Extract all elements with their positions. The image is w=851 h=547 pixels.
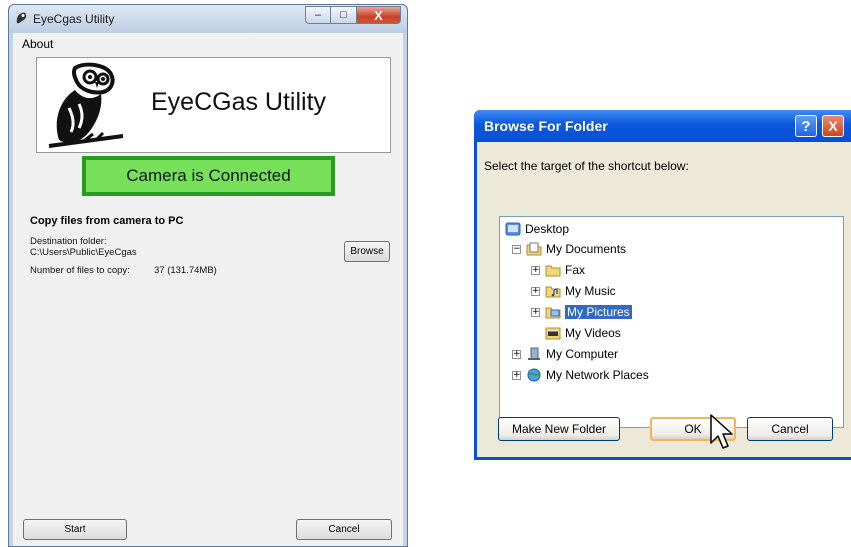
tree-item-my-pictures[interactable]: My Pictures — [545, 303, 632, 321]
pictures-folder-icon — [545, 307, 561, 319]
eyecgas-utility-window: EyeCgas Utility – □ X About EyeCGas Util… — [8, 4, 408, 547]
dialog-close-button[interactable]: X — [822, 115, 844, 137]
destination-folder-label: Destination folder: — [30, 236, 107, 247]
tree-item-label: My Documents — [546, 242, 627, 256]
computer-icon — [528, 347, 540, 360]
tree-item-label: My Music — [565, 284, 616, 298]
menu-bar: About — [13, 33, 403, 55]
tree-item-my-music[interactable]: My Music — [545, 282, 616, 300]
ok-label: OK — [684, 422, 702, 436]
help-icon: ? — [801, 117, 811, 135]
expand-icon[interactable]: + — [531, 308, 540, 317]
maximize-icon: □ — [340, 9, 347, 21]
copy-section-title: Copy files from camera to PC — [30, 215, 184, 227]
files-to-copy-label: Number of files to copy: — [30, 265, 130, 276]
tree-item-label: My Videos — [565, 326, 621, 340]
desktop-icon — [505, 222, 521, 236]
tree-item-label: My Network Places — [546, 368, 649, 382]
network-icon — [527, 368, 541, 382]
window-client-area: About EyeCGas Utility Camera is Connecte… — [13, 33, 403, 546]
tree-item-my-network-places[interactable]: My Network Places — [526, 366, 649, 384]
cancel-button-label: Cancel — [328, 524, 360, 535]
collapse-icon[interactable]: − — [512, 245, 521, 254]
tree-item-label: Fax — [565, 263, 586, 277]
connection-status-text: Camera is Connected — [86, 160, 331, 192]
owl-app-icon — [16, 12, 27, 24]
start-button-label: Start — [64, 524, 86, 535]
expand-icon[interactable]: + — [531, 287, 540, 296]
help-button[interactable]: ? — [795, 115, 817, 137]
tree-item-my-computer[interactable]: My Computer — [526, 345, 618, 363]
tree-item-my-videos[interactable]: My Videos — [545, 324, 621, 342]
browse-button[interactable]: Browse — [344, 241, 390, 262]
tree-item-label: Desktop — [525, 222, 570, 236]
videos-folder-icon — [545, 327, 561, 340]
dialog-title: Browse For Folder — [484, 118, 608, 134]
make-new-folder-button[interactable]: Make New Folder — [498, 417, 620, 441]
logo-banner: EyeCGas Utility — [36, 57, 391, 153]
brand-title: EyeCGas Utility — [151, 88, 327, 116]
tree-item-label: My Computer — [546, 347, 619, 361]
make-new-folder-label: Make New Folder — [511, 422, 607, 436]
start-button[interactable]: Start — [23, 519, 127, 540]
tree-item-label-selected: My Pictures — [565, 305, 632, 319]
close-icon: X — [374, 7, 383, 23]
cancel-button[interactable]: Cancel — [296, 519, 392, 540]
dialog-cancel-button[interactable]: Cancel — [747, 417, 833, 441]
close-button[interactable]: X — [357, 6, 401, 24]
maximize-button[interactable]: □ — [331, 6, 357, 24]
folder-tree[interactable]: Desktop − My Documents + Fax + My Music … — [499, 216, 844, 428]
destination-folder-path: C:\Users\Public\EyeCgas — [30, 247, 137, 258]
window-title: EyeCgas Utility — [33, 12, 115, 26]
folder-icon — [545, 265, 561, 277]
dialog-cancel-label: Cancel — [771, 422, 809, 436]
minimize-button[interactable]: – — [305, 6, 331, 24]
expand-icon[interactable]: + — [512, 371, 521, 380]
connection-status-badge: Camera is Connected — [82, 156, 335, 196]
browse-for-folder-dialog: Browse For Folder ? X Select the target … — [474, 110, 851, 460]
music-folder-icon — [545, 286, 561, 298]
minimize-icon: – — [314, 9, 322, 21]
menu-about[interactable]: About — [22, 37, 53, 51]
files-to-copy-value: 37 (131.74MB) — [154, 265, 217, 276]
tree-item-fax[interactable]: Fax — [545, 261, 585, 279]
my-documents-icon — [526, 242, 542, 256]
tree-item-desktop[interactable]: Desktop — [505, 220, 569, 238]
browse-button-label: Browse — [350, 246, 384, 257]
dialog-prompt: Select the target of the shortcut below: — [484, 159, 689, 173]
expand-icon[interactable]: + — [531, 266, 540, 275]
tree-item-my-documents[interactable]: My Documents — [526, 240, 626, 258]
title-bar[interactable]: EyeCgas Utility – □ X — [9, 5, 407, 33]
expand-icon[interactable]: + — [512, 350, 521, 359]
owl-logo — [48, 62, 124, 148]
close-icon: X — [828, 118, 838, 134]
dialog-title-bar[interactable]: Browse For Folder ? X — [474, 110, 851, 142]
dialog-client-area: Select the target of the shortcut below:… — [477, 142, 851, 457]
mouse-pointer-icon — [710, 414, 733, 449]
